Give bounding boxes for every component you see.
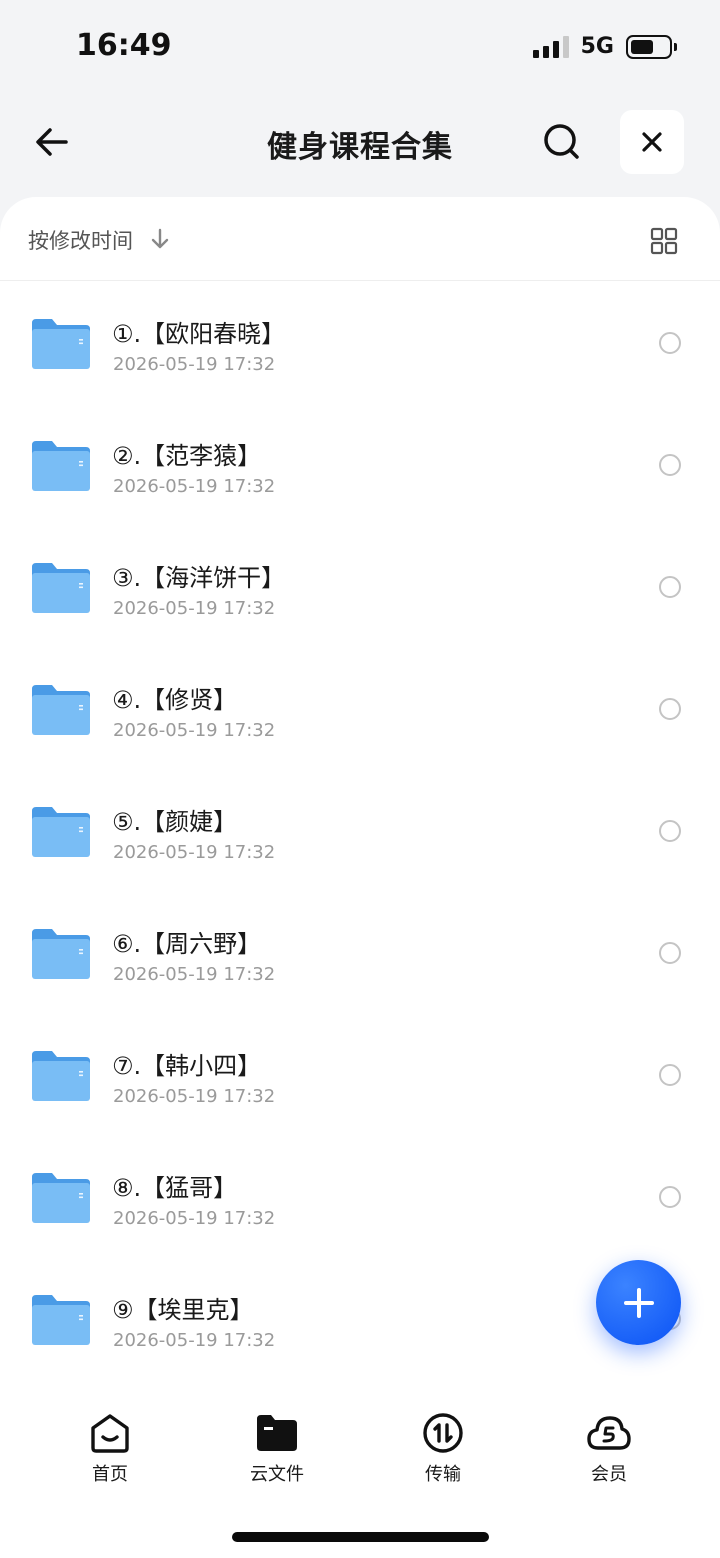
file-name: ⑨【埃里克】	[112, 1296, 254, 1324]
folder-icon	[32, 807, 90, 857]
file-name: ⑧.【猛哥】	[112, 1174, 238, 1202]
file-date: 2026-05-19 17:32	[113, 476, 276, 497]
file-date: 2026-05-19 17:32	[113, 354, 276, 375]
file-list-item[interactable]: ⑤.【颜婕】 2026-05-19 17:32	[0, 770, 720, 892]
search-icon	[544, 124, 579, 159]
file-list-item[interactable]: ⑥.【周六野】 2026-05-19 17:32	[0, 892, 720, 1014]
file-list-item[interactable]: ②.【范李猿】 2026-05-19 17:32	[0, 404, 720, 526]
file-date: 2026-05-19 17:32	[113, 720, 276, 741]
select-radio[interactable]	[659, 1186, 681, 1208]
folder-icon	[32, 685, 90, 735]
file-name: ⑤.【颜婕】	[112, 808, 238, 836]
file-list-item[interactable]: ⑦.【韩小四】 2026-05-19 17:32	[0, 1014, 720, 1136]
select-radio[interactable]	[659, 576, 681, 598]
tab-cloud-files[interactable]: 云文件	[227, 1410, 327, 1486]
select-radio[interactable]	[659, 698, 681, 720]
bottom-tab-bar: 首页 云文件 传输 会员	[0, 1390, 720, 1500]
tab-home[interactable]: 首页	[60, 1410, 160, 1486]
search-button[interactable]	[538, 118, 586, 166]
file-name: ③.【海洋饼干】	[112, 564, 286, 592]
transfer-icon	[423, 1413, 463, 1453]
file-list-item[interactable]: ⑧.【猛哥】 2026-05-19 17:32	[0, 1136, 720, 1258]
tab-label: 云文件	[250, 1464, 304, 1485]
file-list-item[interactable]: ①.【欧阳春晓】 2026-05-19 17:32	[0, 282, 720, 404]
file-date: 2026-05-19 17:32	[113, 1330, 276, 1351]
close-icon	[642, 132, 662, 152]
select-radio[interactable]	[659, 942, 681, 964]
file-date: 2026-05-19 17:32	[113, 1208, 276, 1229]
file-date: 2026-05-19 17:32	[113, 1086, 276, 1107]
sort-bar: 按修改时间	[0, 197, 720, 281]
file-name: ⑥.【周六野】	[112, 930, 262, 958]
folder-icon	[32, 1295, 90, 1345]
select-radio[interactable]	[659, 332, 681, 354]
file-date: 2026-05-19 17:32	[113, 964, 276, 985]
grid-view-button[interactable]	[646, 223, 682, 259]
folder-icon	[32, 929, 90, 979]
signal-icon	[532, 35, 569, 58]
status-bar: 16:49 5G	[0, 0, 720, 96]
select-radio[interactable]	[659, 820, 681, 842]
file-name: ①.【欧阳春晓】	[112, 320, 286, 348]
sort-option[interactable]: 按修改时间	[28, 225, 133, 255]
page-header: 健身课程合集	[0, 110, 720, 174]
home-indicator	[232, 1532, 489, 1542]
folder-icon	[32, 1051, 90, 1101]
tab-label: 首页	[92, 1464, 128, 1485]
tab-vip[interactable]: 会员	[559, 1410, 659, 1486]
battery-icon	[626, 34, 677, 59]
status-time: 16:49	[76, 28, 172, 63]
close-button[interactable]	[620, 110, 684, 174]
file-name: ④.【修贤】	[112, 686, 238, 714]
file-list-item[interactable]: ④.【修贤】 2026-05-19 17:32	[0, 648, 720, 770]
home-icon	[91, 1414, 129, 1453]
network-type: 5G	[580, 34, 614, 59]
select-radio[interactable]	[659, 1064, 681, 1086]
page-title: 健身课程合集	[267, 130, 453, 165]
folder-icon	[32, 1173, 90, 1223]
tab-label: 会员	[591, 1464, 627, 1485]
file-date: 2026-05-19 17:32	[113, 842, 276, 863]
file-date: 2026-05-19 17:32	[113, 598, 276, 619]
folder-icon	[32, 441, 90, 491]
folder-icon	[257, 1415, 297, 1451]
tab-label: 传输	[425, 1464, 461, 1485]
file-name: ⑦.【韩小四】	[112, 1052, 262, 1080]
folder-icon	[32, 563, 90, 613]
add-button[interactable]	[596, 1260, 681, 1345]
tab-transfer[interactable]: 传输	[393, 1410, 493, 1486]
file-list-item[interactable]: ③.【海洋饼干】 2026-05-19 17:32	[0, 526, 720, 648]
file-list: ①.【欧阳春晓】 2026-05-19 17:32 ②.【范李猿】 2026-0…	[0, 282, 720, 1380]
select-radio[interactable]	[659, 454, 681, 476]
arrow-down-icon[interactable]	[148, 227, 172, 251]
vip-cloud-icon	[587, 1416, 631, 1450]
plus-icon	[623, 1287, 654, 1318]
status-indicators: 5G	[532, 34, 677, 59]
file-browser-sheet: 按修改时间 ①.【欧阳春晓】 2026-05-19 17:32 ②.【范李猿】 …	[0, 197, 720, 1558]
grid-view-icon	[650, 227, 678, 255]
file-name: ②.【范李猿】	[112, 442, 262, 470]
folder-icon	[32, 319, 90, 369]
